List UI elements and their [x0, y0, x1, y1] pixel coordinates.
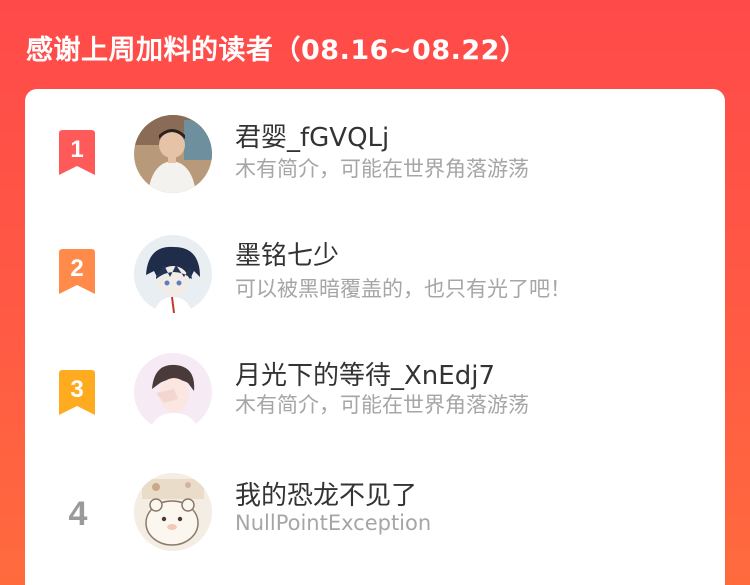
reader-name[interactable]: 君婴_fGVQLj — [235, 117, 389, 154]
rank-number: 1 — [70, 136, 84, 163]
avatar[interactable] — [134, 473, 212, 551]
reader-name[interactable]: 我的恐龙不见了 — [235, 475, 417, 512]
avatar[interactable] — [134, 115, 212, 193]
avatar[interactable] — [134, 235, 212, 313]
rank-badge: 3 — [55, 370, 99, 418]
list-item[interactable]: 1 君婴_fGVQLj 木有简介，可能在世界角落游荡 — [25, 115, 725, 215]
reader-bio: 木有简介，可能在世界角落游荡 — [235, 393, 529, 417]
reader-bio: 木有简介，可能在世界角落游荡 — [235, 157, 529, 181]
list-item[interactable]: 4 我的恐龙不见了 NullPointException — [25, 473, 725, 573]
avatar[interactable] — [134, 353, 212, 431]
rank-number: 4 — [68, 495, 88, 533]
rank-badge: 2 — [55, 249, 99, 297]
list-item[interactable]: 3 月光下的等待_XnEdj7 木有简介，可能在世界角落游荡 — [25, 353, 725, 453]
reader-bio: NullPointException — [235, 511, 432, 535]
rank-number: 3 — [70, 376, 84, 403]
reader-name[interactable]: 墨铭七少 — [235, 235, 339, 272]
page-title: 感谢上周加料的读者（08.16~08.22） — [26, 35, 528, 66]
reader-name[interactable]: 月光下的等待_XnEdj7 — [235, 355, 495, 392]
list-item[interactable]: 2 墨铭七少 可以被黑暗覆盖的，也只有光了吧！ — [25, 235, 725, 335]
rank-number: 2 — [70, 255, 84, 282]
readers-card: 1 君婴_fGVQLj 木有简介，可能在世界角落游荡 2 墨铭七少 可以被黑暗覆… — [25, 89, 725, 585]
reader-bio: 可以被黑暗覆盖的，也只有光了吧！ — [235, 277, 571, 301]
rank-badge: 1 — [55, 130, 99, 178]
